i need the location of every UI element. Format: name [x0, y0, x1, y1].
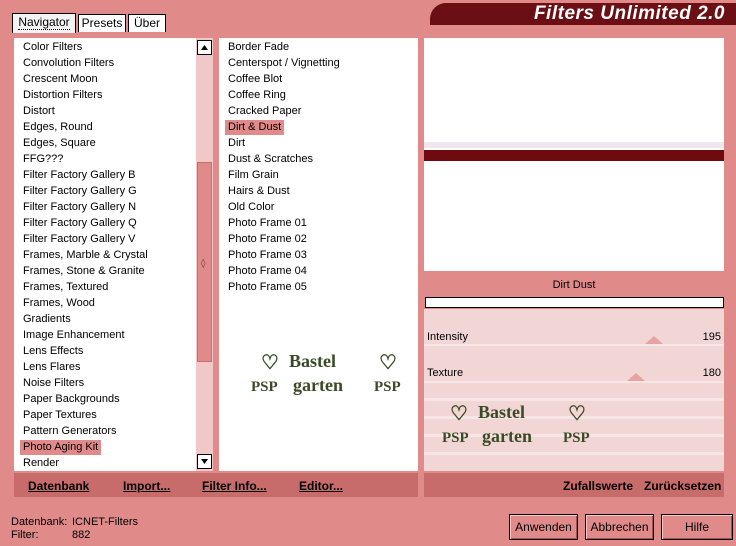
- filter-item[interactable]: Photo Frame 03: [225, 248, 310, 263]
- category-item[interactable]: FFG???: [20, 152, 66, 167]
- category-list[interactable]: Color Filters Convolution Filters Crescent…: [14, 38, 196, 471]
- watermark2-line1: Bastel: [478, 402, 525, 422]
- category-item[interactable]: Distort: [20, 104, 58, 119]
- category-item[interactable]: Convolution Filters: [20, 56, 117, 71]
- database-button[interactable]: Datenbank: [28, 479, 89, 493]
- filter-name-box: [425, 297, 724, 308]
- filter-item[interactable]: Cracked Paper: [225, 104, 304, 119]
- filter-item[interactable]: Dirt & Dust: [225, 120, 285, 135]
- watermark-line1: Bastel: [289, 351, 336, 371]
- status-db-label: Datenbank:: [11, 516, 68, 528]
- filter-list[interactable]: Border Fade Centerspot / Vignetting Coffee…: [219, 38, 418, 471]
- tab-navigator-label: Navigator: [18, 15, 70, 30]
- filter-name-label: Dirt Dust: [552, 279, 596, 291]
- texture-value: 180: [702, 367, 721, 379]
- category-item[interactable]: Frames, Marble & Crystal: [20, 248, 151, 263]
- tab-navigator[interactable]: Navigator: [12, 13, 76, 33]
- empty-slider-track: [424, 452, 724, 455]
- watermark2-mark-right: PSP: [563, 430, 590, 446]
- svg-text:♡: ♡: [261, 352, 279, 374]
- scroll-down-button[interactable]: [197, 454, 212, 469]
- texture-thumb[interactable]: [627, 373, 645, 381]
- apply-button[interactable]: Anwenden: [509, 514, 578, 540]
- category-item[interactable]: Crescent Moon: [20, 72, 101, 87]
- svg-text:♡: ♡: [450, 403, 468, 425]
- filter-item[interactable]: Film Grain: [225, 168, 282, 183]
- intensity-thumb[interactable]: [645, 336, 663, 344]
- import-button[interactable]: Import...: [123, 479, 170, 493]
- category-item[interactable]: Paper Backgrounds: [20, 392, 123, 407]
- status-filter-count: 882: [72, 529, 91, 541]
- app-title: Filters Unlimited 2.0: [533, 3, 725, 24]
- cancel-button[interactable]: Abbrechen: [585, 514, 654, 540]
- tab-uber[interactable]: Über: [128, 14, 166, 32]
- watermark-mark-right: PSP: [374, 379, 401, 395]
- category-item[interactable]: Filter Factory Gallery B: [20, 168, 138, 183]
- preview-image: [424, 38, 724, 271]
- texture-label: Texture: [427, 367, 464, 379]
- category-item[interactable]: Paper Textures: [20, 408, 100, 423]
- category-item[interactable]: Frames, Textured: [20, 280, 111, 295]
- watermark-logo-2: ♡ Bastel ♡ PSP garten PSP: [442, 402, 590, 446]
- category-item[interactable]: Edges, Round: [20, 120, 96, 135]
- randomize-button[interactable]: Zufallswerte: [563, 479, 633, 493]
- scroll-up-button[interactable]: [197, 40, 212, 55]
- preview-dark-band: [424, 150, 724, 161]
- category-item[interactable]: Lens Effects: [20, 344, 86, 359]
- filter-item[interactable]: Hairs & Dust: [225, 184, 293, 199]
- category-item[interactable]: Lens Flares: [20, 360, 83, 375]
- intensity-label: Intensity: [427, 331, 468, 343]
- category-item[interactable]: Filter Factory Gallery V: [20, 232, 138, 247]
- category-item[interactable]: Noise Filters: [20, 376, 87, 391]
- slider-intensity[interactable]: Intensity 195: [424, 329, 724, 349]
- category-item[interactable]: Image Enhancement: [20, 328, 128, 343]
- chevron-down-icon: [201, 459, 208, 464]
- filter-item[interactable]: Old Color: [225, 200, 277, 215]
- category-item[interactable]: Render: [20, 456, 62, 471]
- status-filter-label: Filter:: [11, 529, 39, 541]
- watermark-mark-left: PSP: [251, 379, 278, 395]
- watermark-logo: ♡ Bastel ♡ PSP garten PSP: [251, 351, 401, 395]
- scroll-thumb[interactable]: ◊: [197, 162, 212, 362]
- category-item[interactable]: Photo Aging Kit: [20, 440, 102, 455]
- category-item[interactable]: Edges, Square: [20, 136, 99, 151]
- filter-item[interactable]: Photo Frame 02: [225, 232, 310, 247]
- tab-presets[interactable]: Presets: [78, 14, 126, 32]
- intensity-value: 195: [702, 331, 721, 343]
- category-item[interactable]: Distortion Filters: [20, 88, 105, 103]
- svg-text:♡: ♡: [379, 352, 397, 374]
- editor-button[interactable]: Editor...: [299, 479, 343, 493]
- grip-icon: ◊: [201, 258, 206, 269]
- category-item[interactable]: Frames, Wood: [20, 296, 98, 311]
- preview-shade: [424, 142, 724, 148]
- watermark2-mark-left: PSP: [442, 430, 469, 446]
- status-db-value: ICNET-Filters: [72, 516, 138, 528]
- category-item[interactable]: Color Filters: [20, 40, 85, 55]
- help-button[interactable]: Hilfe: [661, 514, 733, 540]
- category-item[interactable]: Filter Factory Gallery G: [20, 184, 140, 199]
- category-item[interactable]: Gradients: [20, 312, 74, 327]
- chevron-up-icon: [201, 45, 208, 50]
- texture-track[interactable]: [424, 381, 724, 383]
- filter-item[interactable]: Photo Frame 05: [225, 280, 310, 295]
- intensity-track[interactable]: [424, 344, 724, 346]
- watermark-line2: garten: [293, 375, 343, 395]
- filter-item[interactable]: Coffee Blot: [225, 72, 285, 87]
- filter-item[interactable]: Photo Frame 01: [225, 216, 310, 231]
- filter-item[interactable]: Dust & Scratches: [225, 152, 316, 167]
- filter-item[interactable]: Coffee Ring: [225, 88, 289, 103]
- filter-info-button[interactable]: Filter Info...: [202, 479, 267, 493]
- svg-text:◊: ◊: [201, 258, 206, 269]
- filter-item[interactable]: Photo Frame 04: [225, 264, 310, 279]
- reset-button[interactable]: Zurücksetzen: [644, 479, 721, 493]
- filter-item[interactable]: Dirt: [225, 136, 248, 151]
- filter-item[interactable]: Border Fade: [225, 40, 292, 55]
- category-item[interactable]: Pattern Generators: [20, 424, 120, 439]
- category-item[interactable]: Filter Factory Gallery Q: [20, 216, 140, 231]
- category-item[interactable]: Filter Factory Gallery N: [20, 200, 139, 215]
- watermark2-line2: garten: [482, 426, 532, 446]
- category-item[interactable]: Frames, Stone & Granite: [20, 264, 148, 279]
- filter-item[interactable]: Centerspot / Vignetting: [225, 56, 343, 71]
- svg-text:♡: ♡: [568, 403, 586, 425]
